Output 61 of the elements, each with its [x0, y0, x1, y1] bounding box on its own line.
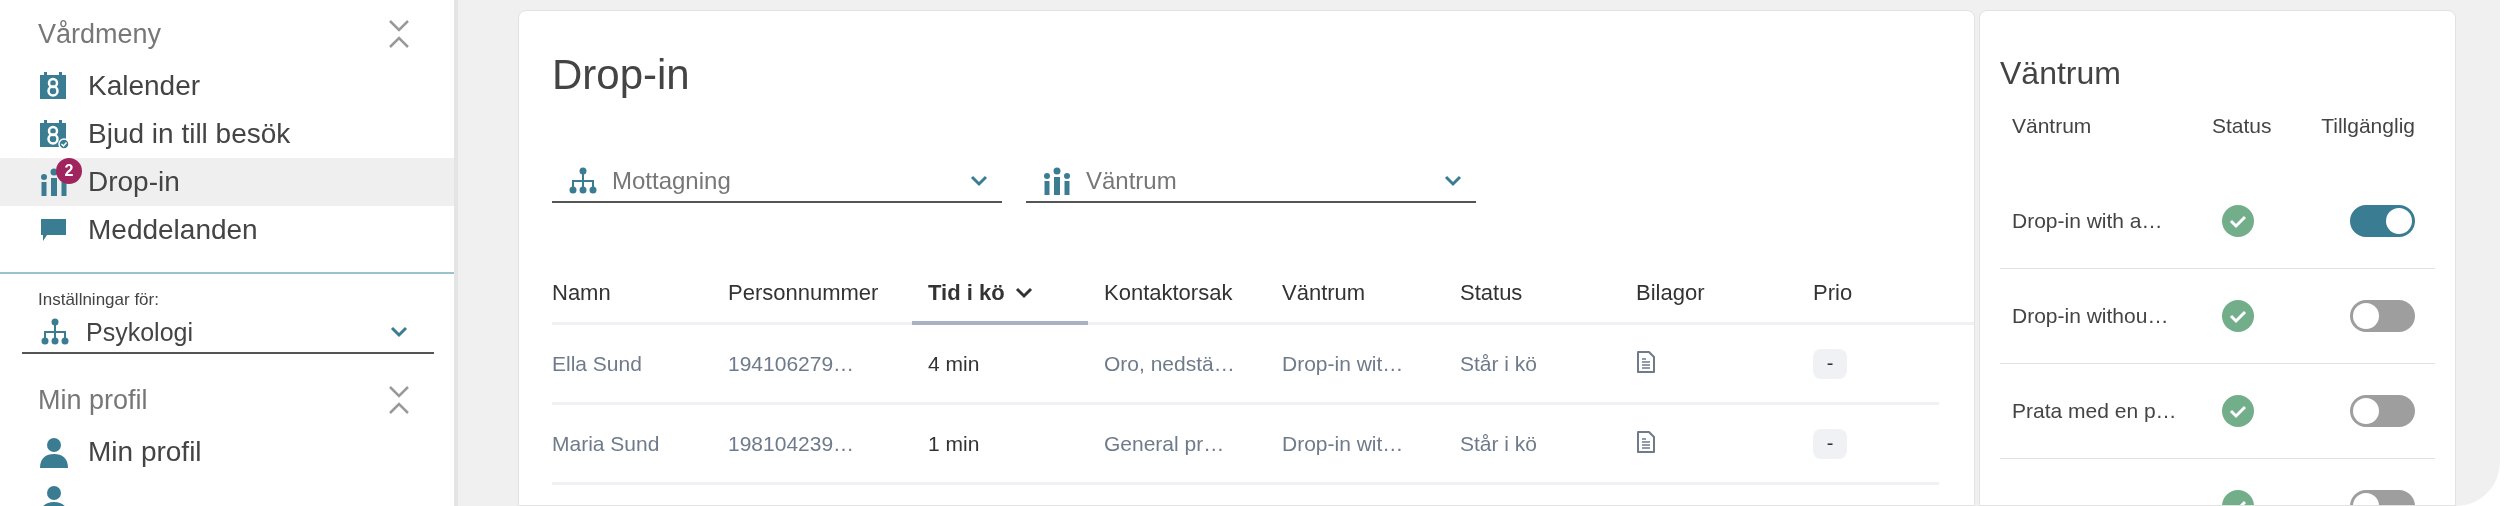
- nav-item[interactable]: Bjud in till besök: [0, 110, 454, 158]
- table-cell-text: Står i kö: [1460, 431, 1539, 456]
- filter-select[interactable]: Mottagning: [552, 161, 1002, 203]
- nav-item[interactable]: Min profil: [0, 428, 454, 476]
- document-icon[interactable]: [1636, 429, 1656, 454]
- calendar-icon: [39, 71, 69, 101]
- chevron-down-icon: [1444, 175, 1462, 187]
- column-header: Tillgänglig: [2321, 114, 2415, 139]
- priority-tag[interactable]: -: [1813, 428, 1847, 459]
- chevron-down-icon: [1014, 287, 1033, 299]
- table-cell-text: 194106279…: [728, 351, 856, 376]
- person-icon: [38, 436, 70, 468]
- unit-select[interactable]: Psykologi: [22, 312, 434, 354]
- check-circle-icon: [2222, 395, 2254, 427]
- table-cell-text: 1 min: [928, 431, 981, 456]
- column-header[interactable]: Kontaktorsak: [1104, 265, 1282, 325]
- column-header: Väntrum: [2012, 114, 2093, 139]
- column-header[interactable]: Prio: [1813, 265, 1974, 325]
- table-cell-text: 198104239…: [728, 431, 856, 456]
- count-badge: 2: [56, 158, 82, 184]
- column-header[interactable]: Status: [1460, 265, 1636, 325]
- check-circle-icon: [2222, 205, 2254, 237]
- room-name: Prata med en p…: [2012, 399, 2178, 423]
- table-cell-text: Ella Sund: [552, 351, 643, 376]
- nav-item[interactable]: Kalender: [0, 62, 454, 110]
- nav-item[interactable]: Meddelanden: [0, 206, 454, 254]
- priority-tag[interactable]: -: [1813, 348, 1847, 379]
- room-name: Drop-in withou…: [2012, 304, 2170, 328]
- table-cell-text: Står i kö: [1460, 351, 1539, 376]
- table-cell-text: 4 min: [928, 351, 981, 376]
- table-cell-text: Drop-in wit…: [1282, 431, 1405, 456]
- page-title: Drop-in: [552, 50, 691, 100]
- nav-item[interactable]: 2 Drop-in: [0, 158, 454, 206]
- column-header: Status: [2212, 114, 2273, 139]
- check-circle-icon: [2222, 300, 2254, 332]
- section-title: Min profil: [38, 384, 148, 416]
- column-header[interactable]: Väntrum: [1282, 265, 1460, 325]
- section-title: Vårdmeny: [38, 18, 162, 50]
- document-icon[interactable]: [1636, 349, 1656, 374]
- toggle-switch[interactable]: [2350, 300, 2415, 332]
- hierarchy-icon: [568, 167, 598, 195]
- toggle-switch[interactable]: [2350, 395, 2415, 427]
- settings-label: Inställningar för:: [37, 290, 160, 310]
- column-header[interactable]: Bilagor: [1636, 265, 1813, 325]
- calendar-check-icon: [39, 119, 69, 149]
- table-cell-text: Oro, nedstä…: [1104, 351, 1236, 376]
- filter-select[interactable]: Väntrum: [1026, 161, 1476, 203]
- chevron-down-icon: [970, 175, 988, 187]
- column-header[interactable]: Tid i kö: [912, 265, 1088, 325]
- hierarchy-icon: [40, 318, 70, 346]
- column-header[interactable]: Namn: [552, 265, 728, 325]
- toggle-switch[interactable]: [2350, 205, 2415, 237]
- queue-icon: [1042, 166, 1072, 196]
- chevron-down-icon: [390, 326, 408, 338]
- collapse-icon[interactable]: [388, 385, 410, 415]
- collapse-icon[interactable]: [388, 19, 410, 49]
- table-cell-text: Drop-in wit…: [1282, 351, 1405, 376]
- panel-title: Väntrum: [2000, 54, 2122, 92]
- room-name: Drop-in with a…: [2012, 209, 2164, 233]
- table-cell-text: Maria Sund: [552, 431, 661, 456]
- table-cell-text: General pr…: [1104, 431, 1226, 456]
